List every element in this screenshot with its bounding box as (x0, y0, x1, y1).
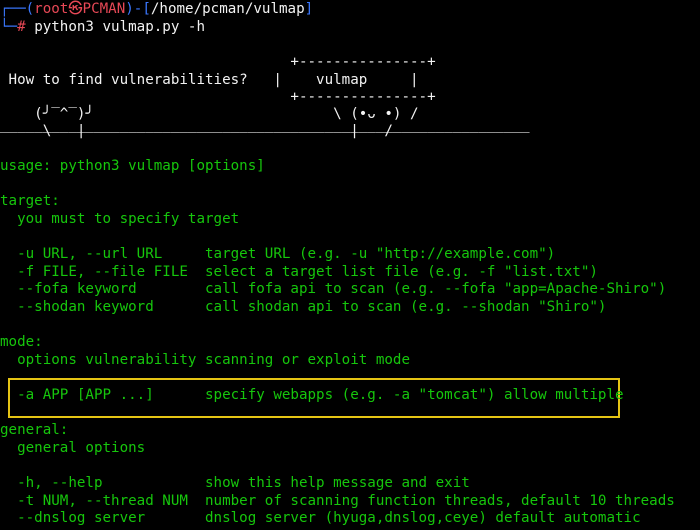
prompt-user: root (34, 1, 69, 17)
banner-line: +---------------+ (0, 89, 436, 105)
prompt-path: /home/pcman/vulmap (150, 1, 305, 17)
target-description: you must to specify target (0, 211, 240, 227)
option-dnslog: --dnslog server dnslog server (hyuga,dns… (0, 510, 641, 526)
option-fofa: --fofa keyword call fofa api to scan (e.… (0, 281, 667, 297)
banner-line: How to find vulnerabilities? | vulmap | (0, 72, 419, 88)
option-shodan: --shodan keyword call shodan api to scan… (0, 299, 607, 315)
banner-underline: ‾‾‾‾‾‾‾‾‾‾‾‾‾‾‾‾‾‾‾‾‾‾‾‾‾‾‾‾‾‾‾‾‾‾‾‾‾‾‾‾… (0, 131, 530, 147)
command-text: python3 vulmap.py -h (34, 19, 206, 35)
usage-line: usage: python3 vulmap [options] (0, 158, 265, 174)
prompt-separator: )-[ (125, 1, 151, 17)
general-description: general options (0, 440, 146, 456)
prompt-host: PCMAN (82, 1, 126, 17)
option-help: -h, --help show this help message and ex… (0, 475, 470, 491)
banner-line: +---------------+ (0, 54, 436, 70)
target-heading: target: (0, 193, 60, 209)
banner-line: (╯‾^‾)╯ \ (•ᴗ •) / (0, 106, 419, 122)
mode-heading: mode: (0, 334, 43, 350)
mode-description: options vulnerability scanning or exploi… (0, 352, 410, 368)
prompt-line-2: └─# python3 vulmap.py -h (0, 19, 205, 37)
general-heading: general: (0, 422, 69, 438)
prompt-bracket-close: ] (304, 1, 314, 17)
prompt-at-icon: ㉿ (68, 1, 83, 17)
option-app: -a APP [APP ...] specify webapps (e.g. -… (0, 387, 624, 403)
prompt-hash: # (17, 19, 26, 35)
option-thread: -t NUM, --thread NUM number of scanning … (0, 493, 675, 509)
option-url: -u URL, --url URL target URL (e.g. -u "h… (0, 246, 556, 262)
option-file: -f FILE, --file FILE select a target lis… (0, 264, 598, 280)
prompt-line-1: ┌──(root㉿PCMAN)-[/home/pcman/vulmap] (0, 1, 313, 19)
prompt-corner-top: ┌──( (0, 1, 35, 17)
prompt-corner-bottom: └─ (0, 19, 18, 35)
